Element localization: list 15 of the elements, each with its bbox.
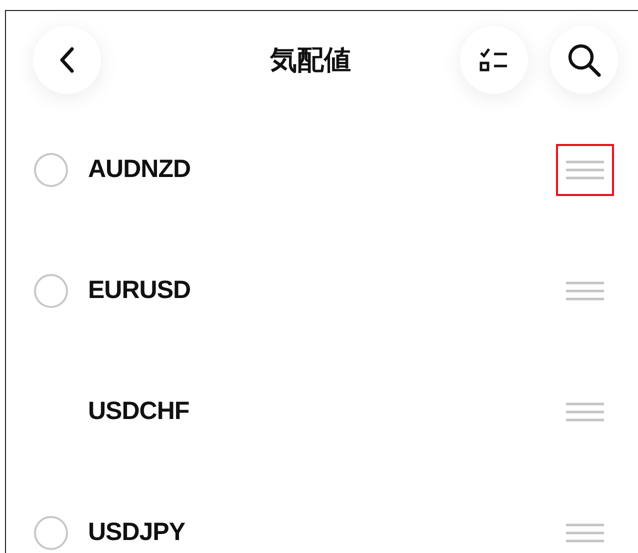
drag-handle-icon[interactable] — [565, 280, 605, 300]
back-icon — [59, 46, 75, 74]
checklist-icon — [479, 47, 509, 73]
page-title: 気配値 — [268, 44, 352, 77]
drag-handle-icon[interactable] — [565, 522, 605, 542]
select-radio[interactable] — [34, 152, 68, 186]
search-icon — [566, 42, 602, 78]
currency-pair: USDCHF — [88, 397, 190, 426]
drag-handle-icon[interactable] — [565, 402, 605, 422]
select-radio[interactable] — [34, 516, 68, 550]
currency-pair: USDJPY — [88, 518, 186, 547]
select-radio[interactable] — [34, 274, 68, 308]
drag-handle-icon[interactable] — [565, 160, 605, 180]
currency-pair: EURUSD — [88, 276, 192, 305]
currency-pair: AUDNZD — [88, 155, 192, 184]
